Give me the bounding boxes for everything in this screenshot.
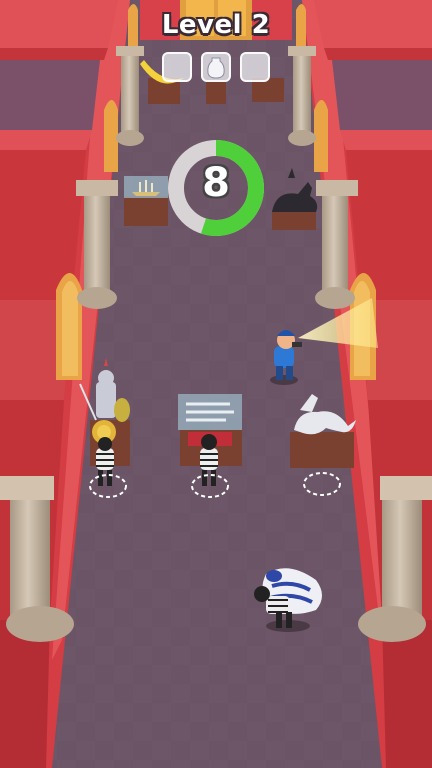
loot-slots [160, 52, 272, 86]
vase-slot-icon [201, 52, 231, 82]
museum-scene [0, 0, 432, 768]
arch-window-right-2 [314, 100, 328, 172]
painting-slot-icon [240, 52, 270, 82]
countdown-number: 8 [202, 160, 230, 206]
hud: Level 2 [0, 0, 432, 100]
empty-slot-icon [162, 52, 192, 82]
arch-window-left-2 [104, 100, 118, 172]
level-title: Level 2 [161, 10, 271, 40]
ship-model-exhibit [124, 176, 168, 226]
